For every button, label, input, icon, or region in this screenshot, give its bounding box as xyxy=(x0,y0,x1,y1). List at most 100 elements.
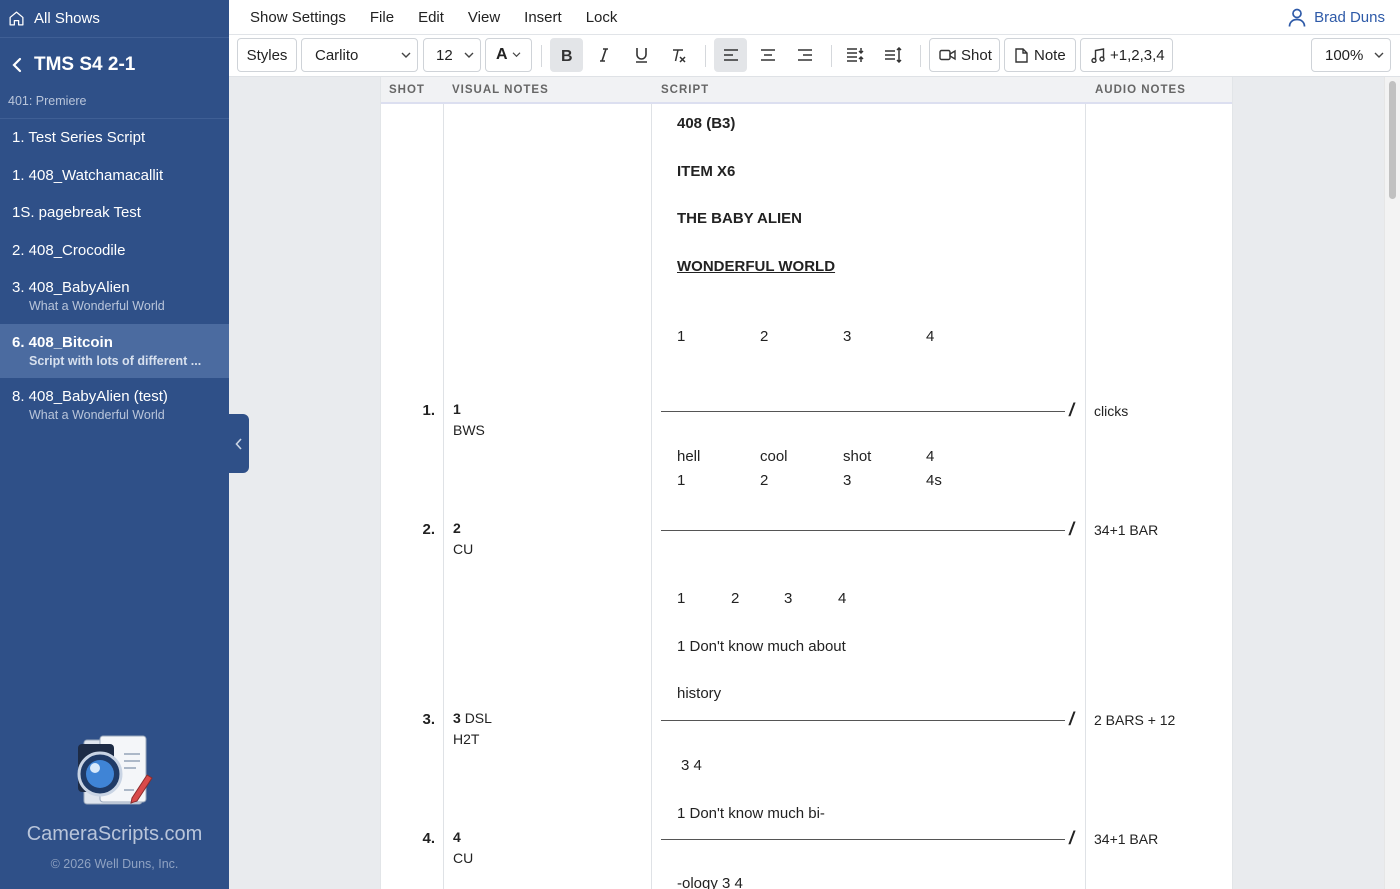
show-title[interactable]: TMS S4 2-1 xyxy=(0,54,135,76)
text-color-select[interactable]: A xyxy=(485,38,532,72)
shot-type: CU xyxy=(453,850,474,866)
script-word: 4 xyxy=(926,448,935,465)
align-right-icon xyxy=(797,49,812,61)
align-right-button[interactable] xyxy=(788,38,821,72)
visual-note[interactable]: 2 CU xyxy=(453,518,473,560)
script-item[interactable]: 8. 408_BabyAlien (test) What a Wonderful … xyxy=(0,378,229,433)
shot-divider-line xyxy=(661,720,1065,721)
italic-button[interactable] xyxy=(587,38,620,72)
vertical-scrollbar[interactable] xyxy=(1384,77,1400,889)
visual-note[interactable]: 4 CU xyxy=(453,827,473,869)
align-left-button[interactable] xyxy=(714,38,747,72)
script-item[interactable]: 3. 408_BabyAlien What a Wonderful World xyxy=(0,269,229,324)
script-lyric: 1 Don't know much about xyxy=(677,638,846,655)
script-word: cool xyxy=(760,448,788,465)
italic-icon xyxy=(599,48,608,62)
script-lyric: 3 4 xyxy=(681,757,702,774)
show-title-label: TMS S4 2-1 xyxy=(34,54,136,75)
clear-formatting-button[interactable] xyxy=(662,38,695,72)
formatting-toolbar: Styles Carlito 12 A B Shot Note +1,2,3,4… xyxy=(229,35,1400,77)
count-number: 1 xyxy=(677,590,686,607)
script-item-subtitle: Script with lots of different ... xyxy=(29,353,202,368)
note-icon xyxy=(1015,47,1028,63)
column-divider xyxy=(443,77,444,889)
clear-formatting-icon xyxy=(672,48,686,63)
menu-file[interactable]: File xyxy=(358,9,406,26)
script-lyric: -ology 3 4 xyxy=(677,875,743,889)
script-item[interactable]: 1. Test Series Script xyxy=(0,119,229,157)
script-heading-line: ITEM X6 xyxy=(677,163,736,180)
menu-view[interactable]: View xyxy=(456,9,512,26)
font-family-select[interactable]: Carlito xyxy=(301,38,418,72)
script-item[interactable]: 1S. pagebreak Test xyxy=(0,194,229,232)
add-note-button[interactable]: Note xyxy=(1004,38,1076,72)
zoom-select[interactable]: 100% xyxy=(1311,38,1391,72)
menubar: Show Settings File Edit View Insert Lock… xyxy=(229,0,1400,35)
script-page[interactable]: SHOT VISUAL NOTES SCRIPT AUDIO NOTES 408… xyxy=(380,77,1233,889)
toolbar-divider xyxy=(705,45,706,67)
visual-note[interactable]: 3 DSL H2T xyxy=(453,708,492,750)
music-count-label: +1,2,3,4 xyxy=(1110,46,1165,64)
bold-icon: B xyxy=(561,48,573,62)
count-number: 4 xyxy=(838,590,847,607)
script-heading-line: THE BABY ALIEN xyxy=(677,210,803,227)
toolbar-divider xyxy=(920,45,921,67)
user-name: Brad Duns xyxy=(1314,9,1385,26)
note-label: Note xyxy=(1034,46,1066,64)
shot-number[interactable]: 4. xyxy=(411,830,435,847)
column-divider xyxy=(1085,77,1086,889)
camerascripts-logo xyxy=(77,735,153,805)
count-number: 2 xyxy=(731,590,740,607)
shot-number[interactable]: 1. xyxy=(411,402,435,419)
shot-number[interactable]: 3. xyxy=(411,711,435,728)
column-header-visual-notes: VISUAL NOTES xyxy=(452,84,549,96)
line-spacing-increase-button[interactable] xyxy=(877,38,910,72)
underline-button[interactable] xyxy=(625,38,658,72)
menu-show-settings[interactable]: Show Settings xyxy=(229,9,358,26)
menu-lock[interactable]: Lock xyxy=(574,9,630,26)
count-number: 3 xyxy=(843,328,852,345)
audio-note[interactable]: 2 BARS + 12 xyxy=(1094,712,1175,728)
count-number: 1 xyxy=(677,472,686,489)
text-color-label: A xyxy=(496,46,508,63)
count-number: 2 xyxy=(760,472,769,489)
add-music-count-button[interactable]: +1,2,3,4 xyxy=(1080,38,1173,72)
shot-slash: / xyxy=(1069,519,1075,539)
document-area: SHOT VISUAL NOTES SCRIPT AUDIO NOTES 408… xyxy=(229,77,1384,889)
shot-divider-line xyxy=(661,530,1065,531)
menu-insert[interactable]: Insert xyxy=(512,9,574,26)
visual-note[interactable]: 1 BWS xyxy=(453,399,485,441)
column-divider xyxy=(651,77,652,889)
shot-type: DSL xyxy=(464,710,492,726)
shot-number[interactable]: 2. xyxy=(411,521,435,538)
script-word: shot xyxy=(843,448,872,465)
script-item-active[interactable]: 6. 408_Bitcoin Script with lots of differ… xyxy=(0,323,229,378)
music-note-icon xyxy=(1091,47,1105,63)
font-size-select[interactable]: 12 xyxy=(423,38,481,72)
script-heading-line: WONDERFUL WORLD xyxy=(677,258,836,275)
chevron-left-icon[interactable] xyxy=(10,57,24,73)
align-center-button[interactable] xyxy=(751,38,784,72)
all-shows-link[interactable]: All Shows xyxy=(0,0,229,38)
audio-note[interactable]: 34+1 BAR xyxy=(1094,831,1158,847)
bold-button[interactable]: B xyxy=(550,38,583,72)
audio-note[interactable]: clicks xyxy=(1094,403,1128,419)
script-word: hell xyxy=(677,448,701,465)
menu-edit[interactable]: Edit xyxy=(406,9,456,26)
add-shot-button[interactable]: Shot xyxy=(929,38,1000,72)
shot-id: 4 xyxy=(453,829,461,845)
sidebar: All Shows TMS S4 2-1 401: Premiere 1. Te… xyxy=(0,0,229,889)
line-spacing-decrease-button[interactable] xyxy=(839,38,872,72)
shot-divider-line xyxy=(661,839,1065,840)
shot-id: 2 xyxy=(453,520,461,536)
script-item[interactable]: 2. 408_Crocodile xyxy=(0,232,229,270)
audio-note[interactable]: 34+1 BAR xyxy=(1094,522,1158,538)
user-menu[interactable]: Brad Duns xyxy=(1288,0,1385,35)
shot-type: BWS xyxy=(453,422,485,438)
scrollbar-thumb[interactable] xyxy=(1389,81,1396,199)
script-heading-line: 408 (B3) xyxy=(677,115,736,132)
copyright: © 2026 Well Duns, Inc. xyxy=(50,857,179,871)
script-item[interactable]: 1. 408_Watchamacallit xyxy=(0,157,229,195)
styles-button[interactable]: Styles xyxy=(237,38,297,72)
count-number: 1 xyxy=(677,328,686,345)
